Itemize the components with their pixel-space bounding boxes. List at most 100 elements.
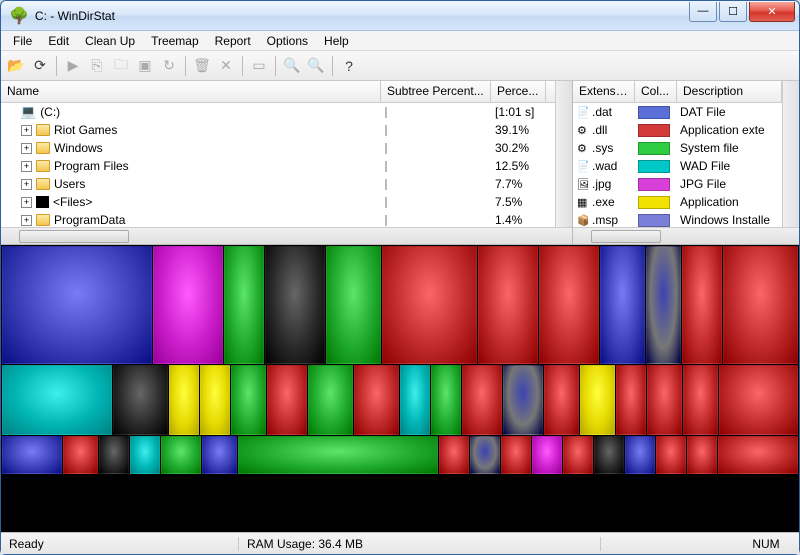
help-icon[interactable]: ?: [338, 55, 360, 77]
tree-row[interactable]: +Windows30.2%: [1, 139, 555, 157]
explorer-icon: 🗀: [110, 55, 132, 77]
treemap-block[interactable]: [224, 246, 264, 364]
treemap-block[interactable]: [169, 365, 199, 435]
color-swatch: [638, 196, 670, 209]
treemap-block[interactable]: [130, 436, 160, 474]
treemap-block[interactable]: [202, 436, 237, 474]
ext-row[interactable]: ⚙.dllApplication exte: [573, 121, 782, 139]
ext-scrollbar-h[interactable]: [573, 227, 799, 244]
treemap-block[interactable]: [439, 436, 469, 474]
ext-row[interactable]: 📦.mspWindows Installe: [573, 211, 782, 227]
treemap-block[interactable]: [113, 365, 168, 435]
treemap-block[interactable]: [265, 246, 325, 364]
treemap-block[interactable]: [2, 436, 62, 474]
treemap-block[interactable]: [308, 365, 353, 435]
treemap-block[interactable]: [718, 436, 798, 474]
menu-file[interactable]: File: [5, 32, 40, 50]
ext-desc: WAD File: [676, 159, 782, 173]
status-bar: Ready RAM Usage: 36.4 MB NUM: [1, 532, 799, 554]
percent-text: 7.5%: [491, 195, 546, 209]
expander-icon[interactable]: +: [21, 215, 32, 226]
minimize-button[interactable]: —: [689, 2, 717, 22]
expander-icon[interactable]: +: [21, 197, 32, 208]
col-percent[interactable]: Perce...: [491, 81, 546, 102]
treemap-block[interactable]: [470, 436, 500, 474]
col-ext[interactable]: Extensi...: [573, 81, 635, 102]
menu-clean-up[interactable]: Clean Up: [77, 32, 143, 50]
ext-scrollbar-v[interactable]: [782, 81, 799, 227]
expander-icon[interactable]: +: [21, 125, 32, 136]
treemap-block[interactable]: [682, 246, 722, 364]
tree-row[interactable]: 💻(C:)[1:01 s]: [1, 103, 555, 121]
treemap-block[interactable]: [594, 436, 624, 474]
menu-edit[interactable]: Edit: [40, 32, 77, 50]
treemap-block[interactable]: [63, 436, 98, 474]
ext-row[interactable]: 🖼.jpgJPG File: [573, 175, 782, 193]
treemap-block[interactable]: [382, 246, 477, 364]
treemap-block[interactable]: [723, 246, 798, 364]
ext-row[interactable]: 📄.datDAT File: [573, 103, 782, 121]
treemap-block[interactable]: [539, 246, 599, 364]
maximize-button[interactable]: ☐: [719, 2, 747, 22]
tree-row[interactable]: +Users7.7%: [1, 175, 555, 193]
treemap-block[interactable]: [400, 365, 430, 435]
menu-treemap[interactable]: Treemap: [143, 32, 207, 50]
treemap[interactable]: [1, 245, 799, 532]
tree-row[interactable]: +<Files>7.5%: [1, 193, 555, 211]
ext-row[interactable]: ▦.exeApplication: [573, 193, 782, 211]
refresh-icon[interactable]: ⟳: [29, 55, 51, 77]
col-color[interactable]: Col...: [635, 81, 677, 102]
treemap-block[interactable]: [238, 436, 438, 474]
treemap-block[interactable]: [2, 365, 112, 435]
treemap-block[interactable]: [200, 365, 230, 435]
treemap-block[interactable]: [478, 246, 538, 364]
menu-help[interactable]: Help: [316, 32, 357, 50]
treemap-block[interactable]: [501, 436, 531, 474]
treemap-block[interactable]: [656, 436, 686, 474]
titlebar[interactable]: 🌳 C: - WinDirStat — ☐ ✕: [1, 1, 799, 31]
treemap-block[interactable]: [161, 436, 201, 474]
treemap-block[interactable]: [580, 365, 615, 435]
treemap-block[interactable]: [231, 365, 266, 435]
treemap-block[interactable]: [326, 246, 381, 364]
content: Name Subtree Percent... Perce... 💻(C:)[1…: [1, 81, 799, 532]
menu-options[interactable]: Options: [259, 32, 316, 50]
col-subtree[interactable]: Subtree Percent...: [381, 81, 491, 102]
ext-row[interactable]: 📄.wadWAD File: [573, 157, 782, 175]
dir-scrollbar-h[interactable]: [1, 227, 572, 244]
open-icon[interactable]: 📂: [5, 55, 27, 77]
treemap-block[interactable]: [600, 246, 645, 364]
tree-row[interactable]: +ProgramData1.4%: [1, 211, 555, 227]
menu-report[interactable]: Report: [207, 32, 259, 50]
treemap-block[interactable]: [462, 365, 502, 435]
treemap-block[interactable]: [99, 436, 129, 474]
treemap-block[interactable]: [616, 365, 646, 435]
treemap-block[interactable]: [431, 365, 461, 435]
treemap-block[interactable]: [503, 365, 543, 435]
treemap-block[interactable]: [683, 365, 718, 435]
dir-scrollbar-v[interactable]: [555, 81, 572, 227]
treemap-block[interactable]: [153, 246, 223, 364]
treemap-block[interactable]: [563, 436, 593, 474]
ext-name: .msp: [588, 213, 634, 227]
treemap-block[interactable]: [2, 246, 152, 364]
treemap-block[interactable]: [719, 365, 798, 435]
col-desc[interactable]: Description: [677, 81, 782, 102]
tree-row[interactable]: +Riot Games39.1%: [1, 121, 555, 139]
treemap-block[interactable]: [646, 246, 681, 364]
expander-icon[interactable]: +: [21, 179, 32, 190]
col-name[interactable]: Name: [1, 81, 381, 102]
treemap-block[interactable]: [625, 436, 655, 474]
ext-row[interactable]: ⚙.sysSystem file: [573, 139, 782, 157]
tree-row[interactable]: +Program Files12.5%: [1, 157, 555, 175]
treemap-block[interactable]: [544, 365, 579, 435]
treemap-block[interactable]: [532, 436, 562, 474]
toolbar-separator: [242, 56, 243, 76]
treemap-block[interactable]: [687, 436, 717, 474]
close-button[interactable]: ✕: [749, 2, 795, 22]
expander-icon[interactable]: +: [21, 161, 32, 172]
treemap-block[interactable]: [647, 365, 682, 435]
expander-icon[interactable]: +: [21, 143, 32, 154]
treemap-block[interactable]: [354, 365, 399, 435]
treemap-block[interactable]: [267, 365, 307, 435]
